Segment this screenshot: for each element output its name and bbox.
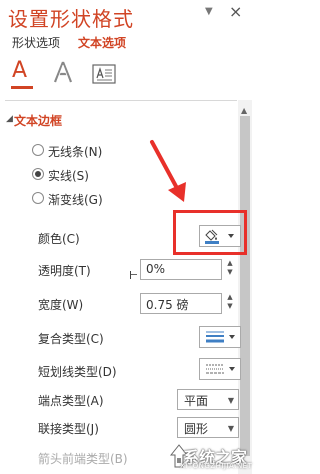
- dash-type-label: 短划线类型(D): [38, 365, 117, 379]
- transparency-slider-thumb[interactable]: [130, 271, 131, 279]
- dash-type-button[interactable]: [199, 358, 241, 380]
- join-type-label: 联接类型(J): [38, 422, 99, 436]
- chevron-down-icon: ▼: [227, 424, 234, 433]
- transparency-input[interactable]: 0%: [140, 259, 222, 280]
- pane-title: 设置形状格式: [8, 7, 134, 31]
- compound-lines-icon: [206, 331, 235, 343]
- close-icon[interactable]: ×: [229, 2, 242, 21]
- watermark-subtext: XITONGZHIJIA.NET: [180, 462, 253, 470]
- divider: [5, 100, 237, 101]
- radio-button[interactable]: [32, 192, 44, 204]
- cap-type-label: 端点类型(A): [38, 394, 104, 408]
- radio-button-checked[interactable]: [32, 168, 44, 180]
- compound-type-button[interactable]: [199, 326, 241, 348]
- transparency-spinner[interactable]: ▲ ▼: [222, 259, 238, 280]
- scroll-up-icon[interactable]: ▲: [241, 106, 247, 115]
- arrow-front-type-label: 箭头前端类型(B): [38, 452, 128, 466]
- transparency-label: 透明度(T): [38, 264, 91, 278]
- compound-type-label: 复合类型(C): [38, 332, 104, 346]
- format-shape-pane: 设置形状格式 ▼ × 形状选项 文本选项 A ▲ ◢ 文本边框 无线条(N) 实…: [0, 0, 252, 474]
- width-label: 宽度(W): [38, 298, 84, 312]
- spin-down-icon[interactable]: ▼: [222, 302, 238, 311]
- transparency-slider-track[interactable]: [131, 274, 137, 275]
- dashed-lines-icon: [206, 364, 235, 374]
- color-label: 颜色(C): [38, 232, 80, 246]
- section-title-text-border[interactable]: 文本边框: [14, 112, 62, 129]
- radio-button[interactable]: [32, 144, 44, 156]
- join-type-select[interactable]: 圆形 ▼: [177, 417, 239, 438]
- join-type-value: 圆形: [184, 422, 209, 436]
- tab-shape-options[interactable]: 形状选项: [12, 34, 60, 51]
- scroll-thumb[interactable]: [240, 116, 250, 456]
- chevron-down-icon: ▼: [227, 396, 234, 405]
- radio-label: 无线条(N): [48, 145, 103, 159]
- textbox-icon[interactable]: [92, 64, 116, 84]
- spin-up-icon[interactable]: ▲: [222, 259, 238, 268]
- outline-color-button[interactable]: [199, 225, 241, 247]
- paint-bucket-icon: [205, 229, 234, 244]
- collapse-caret-icon[interactable]: ◢: [6, 114, 13, 124]
- active-icon-tab-indicator: [11, 86, 33, 89]
- text-fill-outline-icon[interactable]: A: [12, 58, 27, 83]
- width-spinner[interactable]: ▲ ▼: [222, 293, 238, 314]
- annotation-arrow: [150, 140, 186, 202]
- radio-label: 实线(S): [48, 169, 89, 183]
- spin-up-icon[interactable]: ▲: [222, 293, 238, 302]
- pane-menu-icon[interactable]: ▼: [205, 6, 213, 17]
- cap-type-select[interactable]: 平面 ▼: [177, 389, 239, 410]
- cap-type-value: 平面: [184, 394, 209, 408]
- text-effects-icon[interactable]: [52, 60, 74, 84]
- spin-down-icon[interactable]: ▼: [222, 268, 238, 277]
- radio-label: 渐变线(G): [48, 193, 103, 207]
- width-input[interactable]: 0.75 磅: [140, 293, 222, 314]
- tab-text-options[interactable]: 文本选项: [78, 34, 126, 51]
